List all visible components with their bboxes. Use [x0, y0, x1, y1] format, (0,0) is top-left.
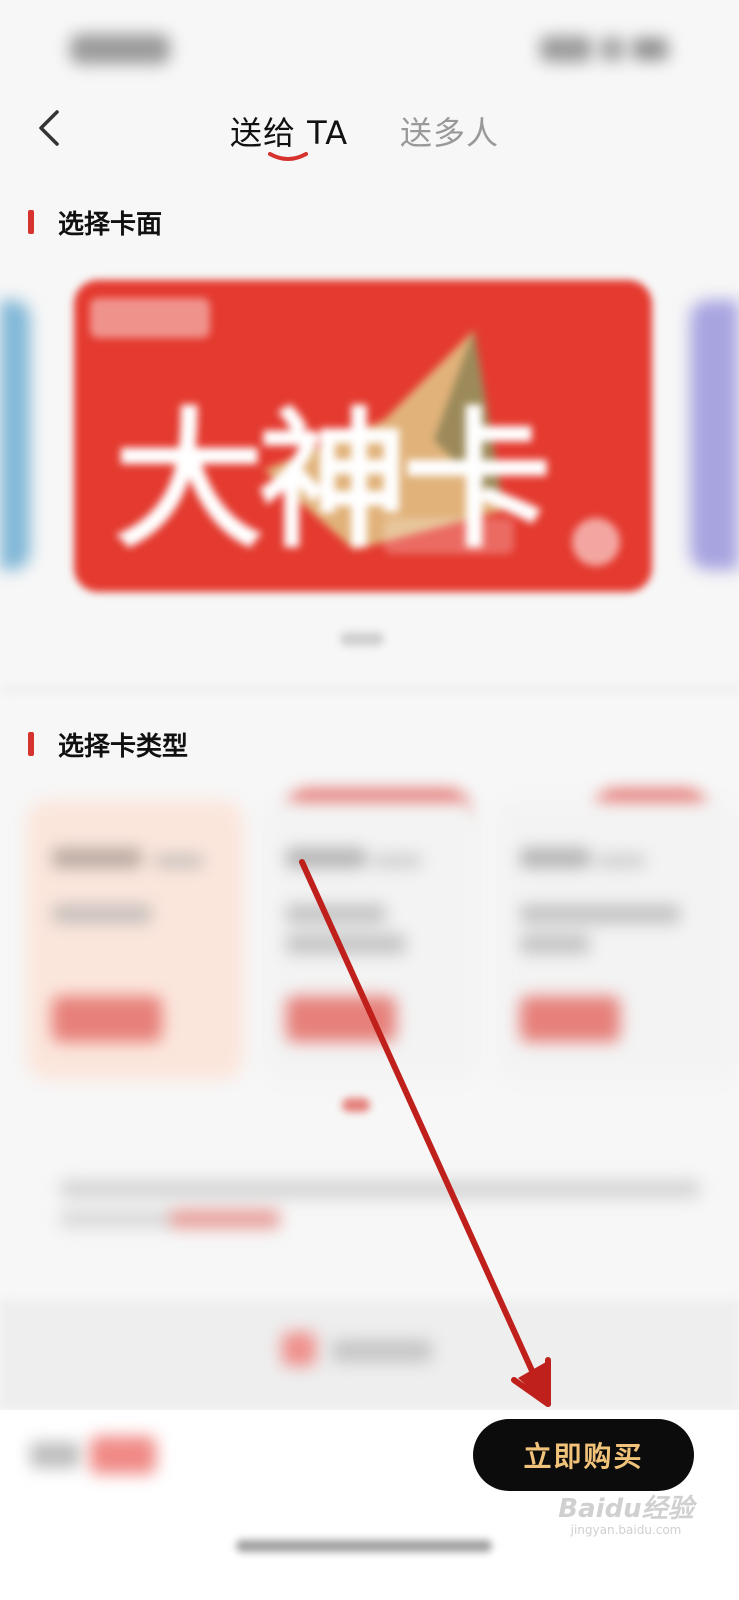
card-face-selected[interactable]: 大神卡: [74, 280, 652, 592]
signal-icon: [540, 36, 592, 62]
chevron-left-icon: [39, 110, 59, 146]
type-indicator: [342, 1098, 370, 1112]
section-title-card-face: 选择卡面: [58, 210, 163, 240]
home-indicator[interactable]: [236, 1540, 492, 1552]
tab-active-indicator: [268, 152, 308, 161]
battery-icon: [632, 38, 668, 60]
watermark: Baidu经验 jingyan.baidu.com: [558, 1494, 694, 1537]
wifi-icon: [598, 36, 626, 62]
card-face-prev[interactable]: [0, 300, 30, 570]
buy-now-button[interactable]: 立即购买: [473, 1419, 694, 1491]
card-year: [384, 518, 514, 554]
purchase-notice: [40, 1172, 700, 1232]
section-title-card-type: 选择卡类型: [58, 732, 189, 762]
section-marker: [28, 210, 34, 234]
tab-send-multiple[interactable]: 送多人: [400, 108, 499, 154]
card-type-option-2[interactable]: [262, 800, 480, 1080]
gift-message-link[interactable]: [332, 1340, 432, 1362]
status-time: [70, 34, 170, 64]
card-type-option-1[interactable]: [26, 800, 244, 1080]
section-marker: [28, 732, 34, 756]
total-price: [90, 1436, 156, 1474]
gift-icon[interactable]: [282, 1332, 316, 1366]
section-divider: [0, 686, 739, 692]
card-logo: [90, 298, 210, 338]
back-button[interactable]: [28, 108, 68, 148]
carousel-indicator: [340, 632, 384, 646]
tab-send-to-ta[interactable]: 送给 TA: [230, 108, 348, 154]
card-face-next[interactable]: [690, 300, 739, 570]
card-badge-icon: [572, 518, 620, 566]
total-label: [30, 1442, 80, 1468]
card-type-option-3[interactable]: [498, 800, 739, 1080]
